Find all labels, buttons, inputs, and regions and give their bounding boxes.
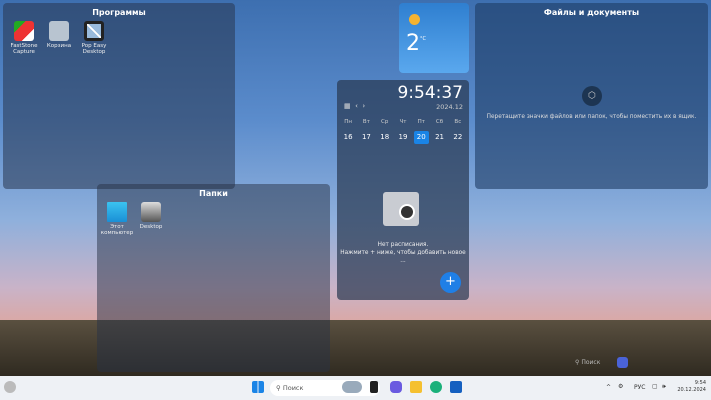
empty-hint: Нажмите + ниже, чтобы добавить новое ... [340, 250, 466, 264]
day[interactable]: 21 [432, 131, 447, 144]
calendar-nav: ▦ ‹ › [344, 102, 365, 110]
app-icon [84, 21, 104, 41]
desktop-icon-this-pc[interactable]: Этот компьютер [99, 202, 135, 236]
copilot-icon[interactable] [617, 357, 628, 368]
taskbar: ⚲ Поиск ^ ⚙ РУС ▢ 🕪 9:54 20.12.2024 [0, 376, 711, 400]
calendar-icon[interactable]: ▦ [344, 102, 351, 110]
desktop-icon-desktop[interactable]: Desktop [133, 202, 169, 230]
weekday: Пт [417, 119, 425, 125]
search-placeholder: Поиск [282, 384, 304, 392]
day[interactable]: 16 [341, 131, 356, 144]
search-icon: ⚲ [575, 359, 580, 366]
fence-title: Программы [92, 8, 146, 17]
tray-time: 9:54 [694, 380, 706, 386]
volume-icon[interactable]: 🕪 [662, 383, 666, 391]
day-selected[interactable]: 20 [413, 131, 429, 144]
faststone-icon [14, 21, 34, 41]
file-explorer-icon[interactable] [410, 381, 422, 393]
chat-icon[interactable] [390, 381, 402, 393]
fence-files[interactable]: Файлы и документы ⬡ Перетащите значки фа… [475, 3, 708, 189]
edge-icon[interactable] [430, 381, 442, 393]
desktop-search[interactable]: ⚲ Поиск [575, 357, 611, 369]
computer-icon [107, 202, 127, 222]
weekday: Пн [344, 119, 352, 125]
clock-time: 9:54:37 [397, 83, 463, 103]
tray-date: 20.12.2024 [677, 387, 706, 393]
files-hint: Перетащите значки файлов или папок, чтоб… [486, 114, 697, 120]
year-month: 2024.12 [436, 103, 463, 111]
day[interactable]: 19 [395, 131, 410, 144]
next-week-button[interactable]: › [362, 102, 365, 110]
task-view-icon[interactable] [370, 381, 378, 393]
fence-title: Папки [199, 189, 228, 198]
icon-label: Этот компьютер [100, 224, 134, 236]
desktop-icon-pop-easy[interactable]: Pop Easy Desktop [76, 21, 112, 55]
desktop-icon-recycle-bin[interactable]: Корзина [41, 21, 77, 49]
temperature-unit: °C [420, 36, 426, 42]
recycle-bin-icon [49, 21, 69, 41]
network-icon[interactable]: ▢ [652, 383, 658, 390]
temperature: 2 [406, 31, 420, 56]
add-event-button[interactable]: + [440, 272, 461, 293]
tray-chevron-icon[interactable]: ^ [606, 384, 611, 391]
taskbar-clock[interactable]: 9:54 20.12.2024 [676, 380, 706, 394]
icon-label: Desktop [139, 224, 163, 230]
calendar-widget[interactable]: 9:54:37 ▦ ‹ › 2024.12 Пн Вт Ср Чт Пт Сб Вс 16 1… [337, 80, 469, 300]
empty-title: Нет расписания. [377, 242, 429, 248]
search-highlight-icon [342, 381, 362, 393]
fence-folders[interactable]: Папки Этот компьютер Desktop [97, 184, 330, 372]
icon-label: Корзина [46, 43, 72, 49]
weekday: Вт [362, 119, 370, 125]
empty-schedule: Нет расписания. Нажмите + ниже, чтобы доб… [337, 241, 469, 265]
box-icon: ⬡ [582, 86, 602, 106]
schedule-empty-icon [383, 192, 419, 226]
fence-programs[interactable]: Программы FastStone Capture Корзина Pop … [3, 3, 235, 189]
store-icon[interactable] [450, 381, 462, 393]
desktop-search-placeholder: Поиск [581, 359, 601, 366]
desktop-icon-faststone[interactable]: FastStone Capture [6, 21, 42, 55]
weekday: Вс [454, 119, 462, 125]
start-icon[interactable] [252, 381, 264, 393]
folder-icon [141, 202, 161, 222]
widgets-icon[interactable] [4, 381, 16, 393]
day[interactable]: 17 [359, 131, 374, 144]
tray-app-icon[interactable]: ⚙ [618, 383, 623, 390]
language-indicator[interactable]: РУС [634, 384, 645, 391]
day[interactable]: 22 [450, 131, 465, 144]
icon-label: Pop Easy Desktop [81, 43, 107, 55]
icon-label: FastStone Capture [10, 43, 38, 55]
sun-icon [409, 14, 420, 25]
weekday-row: Пн Вт Ср Чт Пт Сб Вс [339, 119, 467, 125]
prev-week-button[interactable]: ‹ [355, 102, 358, 110]
weather-widget[interactable]: 2 °C [399, 3, 469, 73]
fence-title: Файлы и документы [543, 8, 640, 17]
days-row: 16 17 18 19 20 21 22 [339, 131, 467, 144]
search-icon: ⚲ [276, 384, 281, 392]
weekday: Чт [399, 119, 407, 125]
weekday: Ср [381, 119, 389, 125]
weekday: Сб [435, 119, 444, 125]
taskbar-search[interactable]: ⚲ Поиск [270, 380, 380, 396]
day[interactable]: 18 [377, 131, 392, 144]
